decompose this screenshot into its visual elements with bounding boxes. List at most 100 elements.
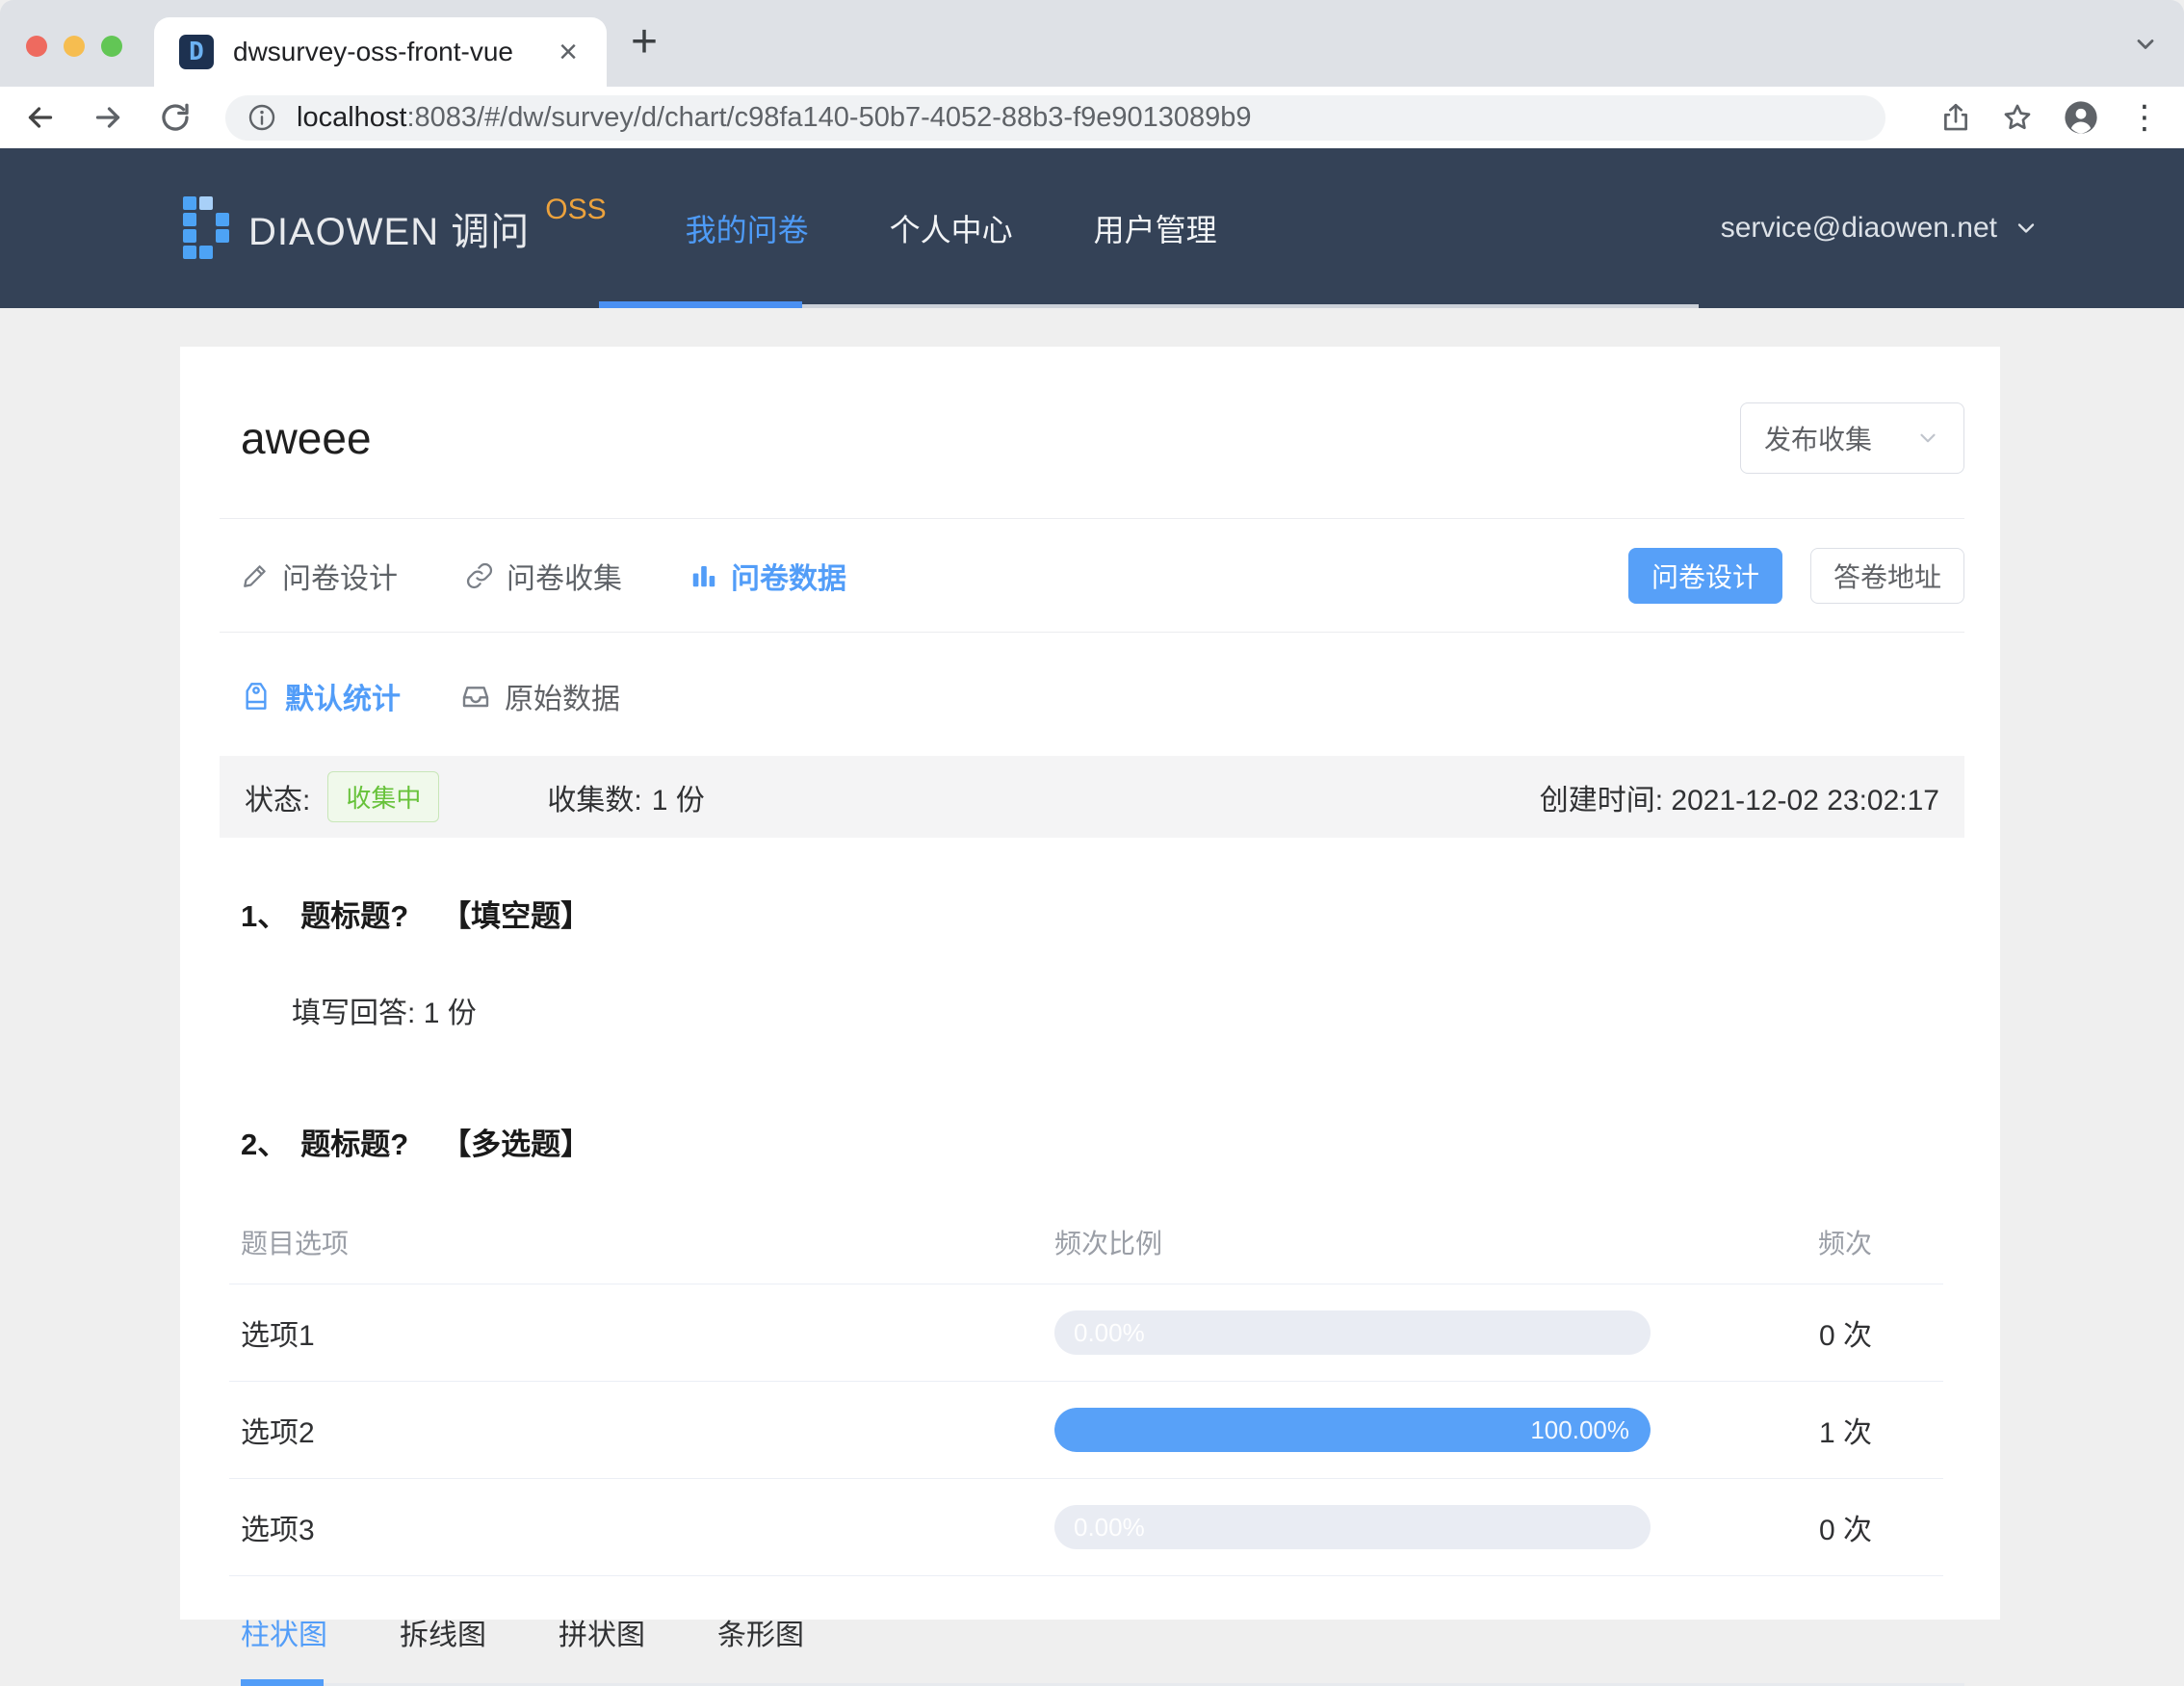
link-icon xyxy=(465,561,494,590)
site-info-icon[interactable] xyxy=(247,102,277,133)
chart-tab-bar[interactable]: 条形图 xyxy=(717,1611,804,1653)
bar-chart-icon xyxy=(689,561,718,590)
active-chart-tab-indicator xyxy=(241,1679,324,1686)
answer-label: 填写回答: xyxy=(292,998,416,1029)
survey-design-button[interactable]: 问卷设计 xyxy=(1628,547,1782,604)
table-row: 选项2 100.00% 1 次 xyxy=(229,1382,1943,1479)
share-icon[interactable] xyxy=(1939,101,1972,134)
brand-oss-badge: OSS xyxy=(545,194,607,225)
url-text: localhost:8083/#/dw/survey/d/chart/c98fa… xyxy=(297,101,1252,133)
publish-collect-select[interactable]: 发布收集 xyxy=(1740,402,1964,474)
subtab-default-stats[interactable]: 默认统计 xyxy=(241,675,401,717)
nav-bottom-border xyxy=(802,304,1699,308)
table-row: 选项3 0.00% 0 次 xyxy=(229,1479,1943,1576)
option-count: 0 次 xyxy=(1818,1515,1872,1546)
subtab-label: 默认统计 xyxy=(285,684,401,715)
table-header-row: 题目选项 频次比例 频次 xyxy=(229,1200,1943,1284)
answer-url-button[interactable]: 答卷地址 xyxy=(1810,547,1964,604)
question-type: 【填空题】 xyxy=(441,899,591,933)
progress-bar: 0.00% xyxy=(1054,1505,1651,1549)
inbox-icon xyxy=(460,681,491,712)
progress-label: 100.00% xyxy=(1530,1415,1629,1444)
question-index: 2、 xyxy=(241,1128,288,1161)
browser-chrome: D dwsurvey-oss-front-vue × + localhost:8… xyxy=(0,0,2184,148)
header-option: 题目选项 xyxy=(241,1228,350,1258)
tab-survey-data[interactable]: 问卷数据 xyxy=(689,555,846,597)
chevron-down-icon xyxy=(1915,426,1940,451)
window-zoom-button[interactable] xyxy=(101,36,122,57)
forward-button-icon[interactable] xyxy=(91,100,125,135)
option-stats-table: 题目选项 频次比例 频次 选项1 0.00% 0 次 选项2 100.00% 1… xyxy=(229,1200,1943,1576)
chart-tabs-underline xyxy=(241,1679,1964,1686)
tab-label: 问卷设计 xyxy=(282,562,398,595)
tab-label: 问卷数据 xyxy=(731,562,846,595)
survey-tabs: 问卷设计 问卷收集 问卷数据 问卷设计 答卷地址 xyxy=(220,519,1964,632)
new-tab-button[interactable]: + xyxy=(631,15,658,68)
user-email: service@diaowen.net xyxy=(1720,212,1997,244)
subtab-raw-data[interactable]: 原始数据 xyxy=(460,675,620,717)
browser-menu-icon[interactable]: ⋮ xyxy=(2128,98,2161,137)
created-time-value: 2021-12-02 23:02:17 xyxy=(1671,784,1939,817)
chart-type-tabs: 柱状图 拆线图 拼状图 条形图 xyxy=(220,1611,1964,1653)
chevron-down-icon xyxy=(2017,223,2035,233)
chart-tab-pie[interactable]: 拼状图 xyxy=(559,1611,645,1653)
status-label: 状态: xyxy=(245,784,311,817)
question-title: 题标题? xyxy=(300,1128,409,1161)
chart-tab-column[interactable]: 柱状图 xyxy=(241,1611,327,1653)
option-label: 选项2 xyxy=(241,1417,315,1449)
survey-title: aweee xyxy=(241,413,372,463)
option-count: 1 次 xyxy=(1818,1417,1872,1449)
favicon-icon: D xyxy=(179,35,214,69)
collect-count-label: 收集数: xyxy=(547,784,642,817)
browser-toolbar: localhost:8083/#/dw/survey/d/chart/c98fa… xyxy=(0,87,2184,148)
question-type: 【多选题】 xyxy=(441,1128,591,1161)
tab-strip-chevron-icon[interactable] xyxy=(2132,31,2159,58)
nav-menu: 我的问卷 个人中心 用户管理 xyxy=(684,206,1219,250)
question-2: 2、 题标题? 【多选题】 xyxy=(220,1120,1964,1163)
answer-value: 1 份 xyxy=(423,998,477,1029)
select-value: 发布收集 xyxy=(1764,425,1873,454)
tab-title: dwsurvey-oss-front-vue xyxy=(233,37,513,66)
page-content: aweee 发布收集 问卷设计 问卷收集 问卷数据 问卷设计 答卷地址 默认统计… xyxy=(0,347,2184,1686)
header-frequency: 频次 xyxy=(1817,1228,1872,1258)
profile-avatar-icon[interactable] xyxy=(2063,99,2099,136)
status-bar: 状态: 收集中 收集数: 1 份 创建时间: 2021-12-02 23:02:… xyxy=(220,756,1964,838)
window-close-button[interactable] xyxy=(26,36,47,57)
app-navbar: DIAOWEN 调问 OSS 我的问卷 个人中心 用户管理 service@di… xyxy=(0,148,2184,308)
option-label: 选项1 xyxy=(241,1320,315,1352)
browser-tab[interactable]: D dwsurvey-oss-front-vue × xyxy=(154,17,607,87)
subtab-label: 原始数据 xyxy=(505,684,620,715)
collect-count-value: 1 份 xyxy=(651,784,705,817)
tab-survey-design[interactable]: 问卷设计 xyxy=(241,555,398,597)
progress-label: 0.00% xyxy=(1074,1513,1145,1542)
brand-name: DIAOWEN 调问 xyxy=(248,211,531,253)
header-frequency-ratio: 频次比例 xyxy=(1054,1228,1163,1258)
created-time-label: 创建时间: xyxy=(1539,784,1664,817)
option-count: 0 次 xyxy=(1818,1320,1872,1352)
progress-label: 0.00% xyxy=(1074,1318,1145,1347)
nav-item-my-surveys[interactable]: 我的问卷 xyxy=(684,206,811,250)
diaowen-logo[interactable]: DIAOWEN 调问 OSS xyxy=(183,194,607,263)
window-controls xyxy=(26,36,122,57)
survey-card: aweee 发布收集 问卷设计 问卷收集 问卷数据 问卷设计 答卷地址 默认统计… xyxy=(180,347,2000,1686)
browser-tab-strip: D dwsurvey-oss-front-vue × + xyxy=(0,0,2184,87)
tab-close-icon[interactable]: × xyxy=(555,36,582,68)
chart-tab-line[interactable]: 拆线图 xyxy=(400,1611,486,1653)
user-account-dropdown[interactable]: service@diaowen.net xyxy=(1721,212,2040,245)
url-bar[interactable]: localhost:8083/#/dw/survey/d/chart/c98fa… xyxy=(225,94,1885,141)
option-label: 选项3 xyxy=(241,1515,315,1546)
nav-item-user-management[interactable]: 用户管理 xyxy=(1092,206,1219,250)
progress-bar: 100.00% xyxy=(1054,1408,1651,1452)
window-minimize-button[interactable] xyxy=(64,36,85,57)
pencil-icon xyxy=(241,561,270,590)
stats-subtabs: 默认统计 原始数据 xyxy=(220,633,1964,756)
question-1: 1、 题标题? 【填空题】 填写回答: 1 份 xyxy=(220,892,1964,1031)
nav-item-personal-center[interactable]: 个人中心 xyxy=(888,206,1015,250)
active-nav-underline xyxy=(599,301,802,308)
question-index: 1、 xyxy=(241,899,288,933)
back-button-icon[interactable] xyxy=(23,100,58,135)
bookmark-star-icon[interactable] xyxy=(2001,101,2034,134)
tab-survey-collect[interactable]: 问卷收集 xyxy=(465,555,622,597)
reload-button-icon[interactable] xyxy=(158,100,193,135)
tag-icon xyxy=(241,681,272,712)
